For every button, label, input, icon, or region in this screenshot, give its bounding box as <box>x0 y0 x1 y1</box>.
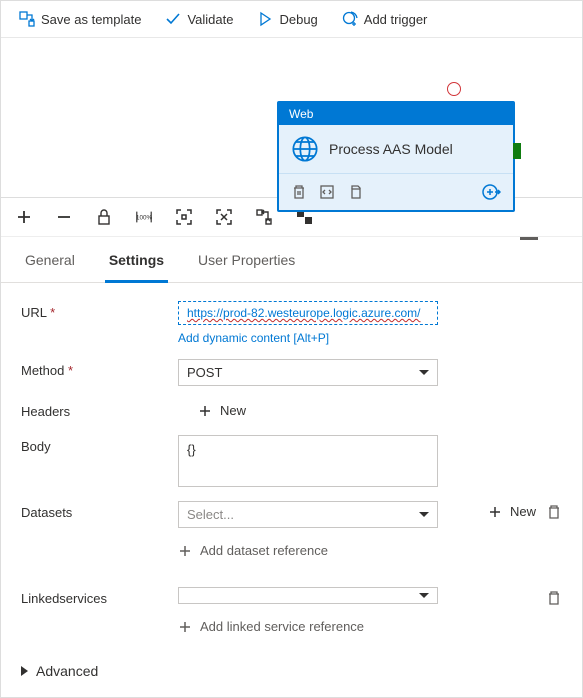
save-template-button[interactable]: Save as template <box>9 7 151 31</box>
code-icon[interactable] <box>319 184 335 200</box>
datasets-label: Datasets <box>21 501 166 520</box>
zoom-percent-icon[interactable]: 100% <box>135 208 153 226</box>
validate-label: Validate <box>187 12 233 27</box>
plus-icon <box>178 620 192 634</box>
zoom-out-icon[interactable] <box>55 208 73 226</box>
tab-general[interactable]: General <box>21 240 79 283</box>
activity-node[interactable]: Web Process AAS Model <box>277 101 515 212</box>
url-label: URL <box>21 301 166 320</box>
delete-icon[interactable] <box>546 590 562 606</box>
chevron-down-icon <box>419 593 429 598</box>
trigger-icon <box>342 11 358 27</box>
caret-right-icon <box>21 666 28 676</box>
add-output-icon[interactable] <box>481 182 501 202</box>
pipeline-canvas[interactable]: Web Process AAS Model <box>1 38 582 198</box>
method-select[interactable]: POST <box>178 359 438 386</box>
chevron-down-icon <box>419 370 429 375</box>
linked-services-label: Linkedservices <box>21 587 166 606</box>
play-icon <box>257 11 273 27</box>
add-trigger-button[interactable]: Add trigger <box>332 7 438 31</box>
check-icon <box>165 11 181 27</box>
datasets-new-button[interactable]: New <box>488 501 536 522</box>
debug-label: Debug <box>279 12 317 27</box>
debug-button[interactable]: Debug <box>247 7 327 31</box>
validate-button[interactable]: Validate <box>155 7 243 31</box>
method-value: POST <box>187 365 222 380</box>
plus-icon <box>178 544 192 558</box>
add-trigger-label: Add trigger <box>364 12 428 27</box>
success-handle[interactable] <box>513 143 521 159</box>
delete-icon[interactable] <box>546 504 562 520</box>
datasets-placeholder: Select... <box>187 507 234 522</box>
fit-screen-icon[interactable] <box>175 208 193 226</box>
body-label: Body <box>21 435 166 454</box>
headers-new-button[interactable]: New <box>178 400 562 421</box>
fullscreen-icon[interactable] <box>215 208 233 226</box>
datasets-select[interactable]: Select... <box>178 501 438 528</box>
url-input[interactable]: https://prod-82.westeurope.logic.azure.c… <box>178 301 438 325</box>
advanced-toggle[interactable]: Advanced <box>21 663 562 679</box>
headers-label: Headers <box>21 400 166 419</box>
add-linked-service-reference-button[interactable]: Add linked service reference <box>178 616 534 637</box>
top-toolbar: Save as template Validate Debug Add trig… <box>1 1 582 38</box>
tabs: General Settings User Properties <box>1 240 582 283</box>
tab-user-properties[interactable]: User Properties <box>194 240 299 283</box>
node-footer <box>279 173 513 210</box>
body-textarea[interactable]: {} <box>178 435 438 487</box>
add-dataset-reference-button[interactable]: Add dataset reference <box>178 540 476 561</box>
error-indicator-icon <box>447 82 461 96</box>
copy-icon[interactable] <box>347 184 363 200</box>
save-template-icon <box>19 11 35 27</box>
linked-services-select[interactable] <box>178 587 438 604</box>
node-type-label: Web <box>279 103 513 125</box>
tab-settings[interactable]: Settings <box>105 240 168 283</box>
node-body: Process AAS Model <box>279 125 513 173</box>
settings-form: URL https://prod-82.westeurope.logic.azu… <box>1 283 582 697</box>
plus-icon <box>488 505 502 519</box>
chevron-down-icon <box>419 512 429 517</box>
delete-icon[interactable] <box>291 184 307 200</box>
autolayout-icon[interactable] <box>255 208 273 226</box>
add-dynamic-content-link[interactable]: Add dynamic content [Alt+P] <box>178 331 562 345</box>
save-template-label: Save as template <box>41 12 141 27</box>
svg-text:100%: 100% <box>136 215 153 222</box>
advanced-label: Advanced <box>36 663 98 679</box>
lock-icon[interactable] <box>95 208 113 226</box>
node-title: Process AAS Model <box>329 141 453 157</box>
web-icon <box>291 135 319 163</box>
zoom-in-icon[interactable] <box>15 208 33 226</box>
method-label: Method <box>21 359 166 378</box>
plus-icon <box>198 404 212 418</box>
